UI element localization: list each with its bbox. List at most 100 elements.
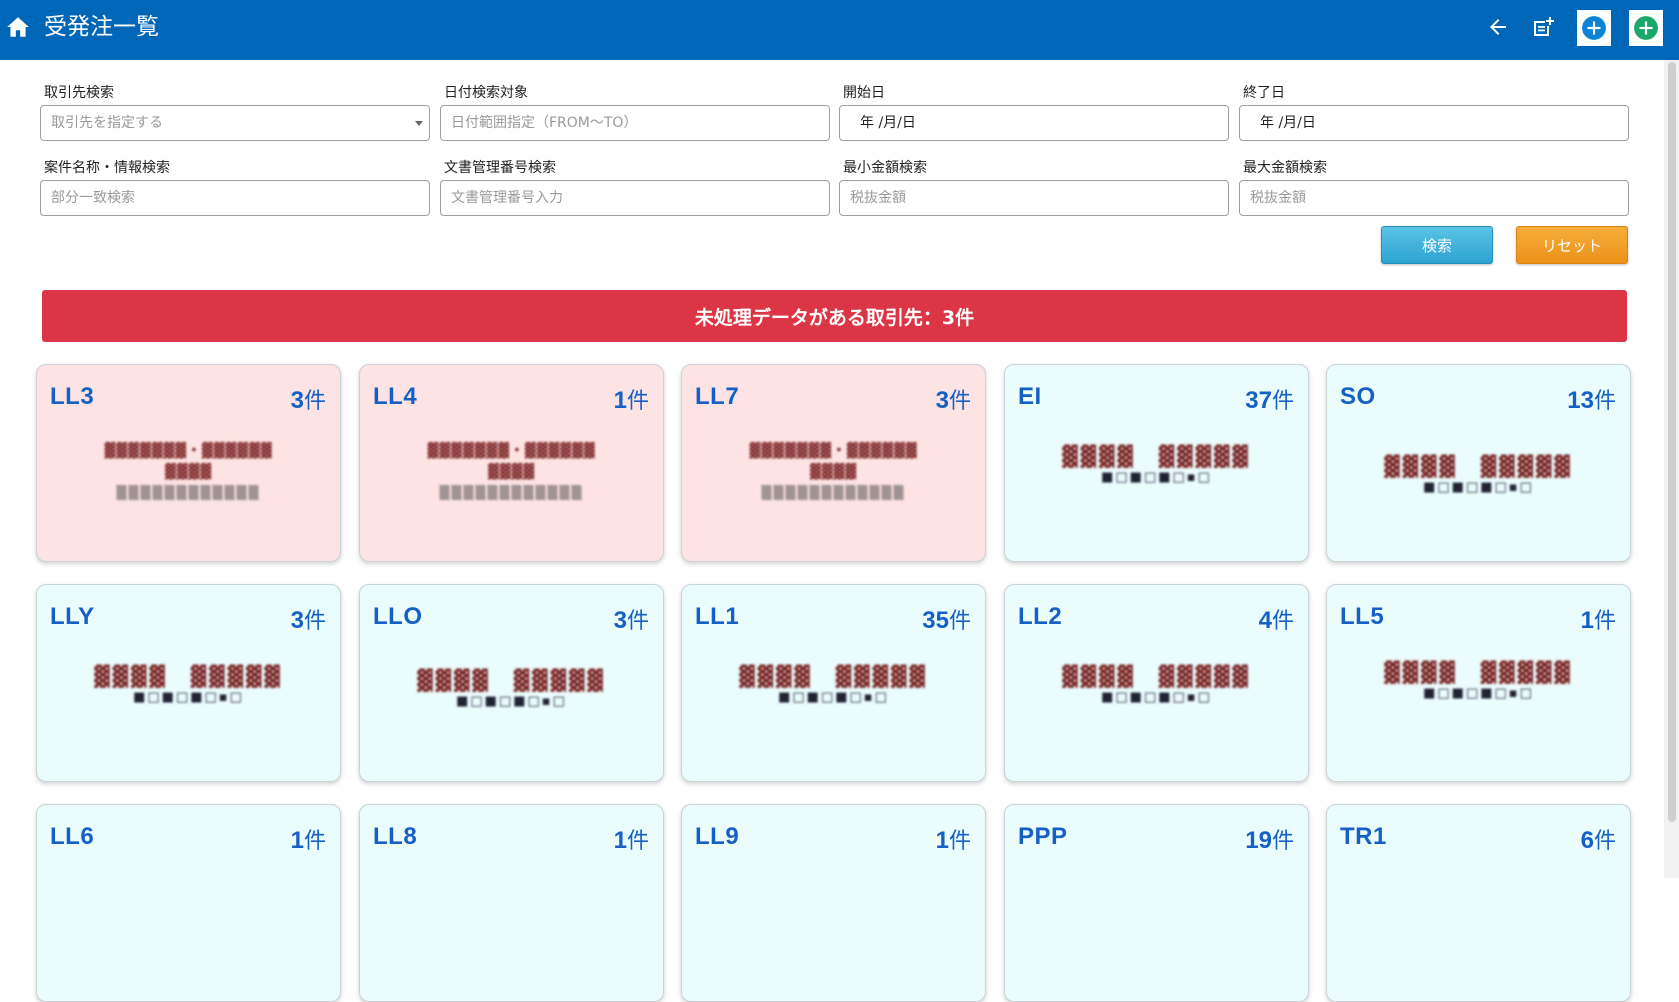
partner-code: SO	[1340, 383, 1376, 410]
order-count: 3件	[291, 603, 326, 635]
order-count: 13件	[1567, 383, 1616, 415]
partner-code: LL4	[373, 383, 418, 410]
blurred-partner-name: ▓▓▓▓ ▓▓▓▓▓ ■□■□■□▪□	[1062, 444, 1251, 485]
order-count-number: 1	[613, 827, 627, 854]
partner-select[interactable]: 取引先を指定する	[40, 105, 430, 141]
blurred-partner-name: ▓▓▓▓ ▓▓▓▓▓ ■□■□■□▪□	[417, 668, 606, 709]
order-count-number: 3	[613, 607, 627, 634]
doc-number-input[interactable]: 文書管理番号入力	[440, 180, 830, 216]
partner-code: PPP	[1018, 823, 1068, 850]
order-count: 19件	[1245, 823, 1294, 855]
project-input[interactable]: 部分一致検索	[40, 180, 430, 216]
document-add-button[interactable]	[1525, 9, 1561, 45]
order-count: 1件	[1581, 603, 1616, 635]
order-count-number: 1	[1580, 607, 1594, 634]
project-label: 案件名称・情報検索	[44, 160, 170, 176]
partner-code: LL5	[1340, 603, 1385, 630]
chevron-down-icon	[415, 121, 423, 126]
add-order-button[interactable]	[1577, 10, 1611, 46]
partner-code: TR1	[1340, 823, 1387, 850]
start-date-label: 開始日	[843, 85, 885, 101]
order-count-number: 37	[1245, 387, 1272, 414]
reset-button[interactable]: リセット	[1516, 226, 1628, 264]
blurred-partner-name: ▓▓▓▓▓▓▓・▓▓▓▓▓▓ ▓▓▓▓ ▒▒▒▒▒▒▒▒▒▒▒▒	[427, 443, 596, 501]
partner-code: LLO	[373, 603, 423, 630]
scrollbar-thumb[interactable]	[1668, 62, 1676, 822]
partner-code: LL8	[373, 823, 418, 850]
order-count-unit: 件	[1593, 828, 1616, 853]
partner-card[interactable]: LL4 1件 ▓▓▓▓▓▓▓・▓▓▓▓▓▓ ▓▓▓▓ ▒▒▒▒▒▒▒▒▒▒▒▒	[359, 364, 664, 562]
order-count-number: 4	[1258, 607, 1272, 634]
partner-card[interactable]: TR1 6件	[1326, 804, 1631, 1002]
partner-card[interactable]: LL2 4件 ▓▓▓▓ ▓▓▓▓▓ ■□■□■□▪□	[1004, 584, 1309, 782]
order-count-unit: 件	[948, 388, 971, 413]
order-count-unit: 件	[948, 608, 971, 633]
order-count: 1件	[614, 823, 649, 855]
partner-card[interactable]: LLY 3件 ▓▓▓▓ ▓▓▓▓▓ ■□■□■□▪□	[36, 584, 341, 782]
search-button[interactable]: 検索	[1381, 226, 1493, 264]
order-count-number: 1	[613, 387, 627, 414]
order-count: 6件	[1581, 823, 1616, 855]
order-count-number: 13	[1567, 387, 1594, 414]
add-item-button[interactable]	[1629, 10, 1663, 46]
blurred-partner-name: ▓▓▓▓▓▓▓・▓▓▓▓▓▓ ▓▓▓▓ ▒▒▒▒▒▒▒▒▒▒▒▒	[749, 443, 918, 501]
order-count: 37件	[1245, 383, 1294, 415]
blurred-partner-name: ▓▓▓▓ ▓▓▓▓▓ ■□■□■□▪□	[1062, 664, 1251, 705]
min-amount-input[interactable]: 税抜金額	[839, 180, 1229, 216]
partner-code: LLY	[50, 603, 95, 630]
partner-code: LL7	[695, 383, 740, 410]
partner-card[interactable]: LL5 1件 ▓▓▓▓ ▓▓▓▓▓ ■□■□■□▪□	[1326, 584, 1631, 782]
partner-label: 取引先検索	[44, 85, 114, 101]
order-count-unit: 件	[626, 828, 649, 853]
back-button[interactable]	[1480, 9, 1516, 45]
order-count-unit: 件	[303, 608, 326, 633]
blurred-partner-name: ▓▓▓▓ ▓▓▓▓▓ ■□■□■□▪□	[94, 664, 283, 705]
top-bar: 受発注一覧	[0, 0, 1679, 60]
min-amount-placeholder: 税抜金額	[850, 190, 906, 206]
partner-code: LL6	[50, 823, 95, 850]
order-count: 1件	[936, 823, 971, 855]
start-date-value: 年 /月/日	[860, 115, 916, 131]
order-count: 3件	[936, 383, 971, 415]
date-target-placeholder: 日付範囲指定（FROM～TO）	[451, 115, 638, 131]
max-amount-label: 最大金額検索	[1243, 160, 1327, 176]
partner-card[interactable]: LLO 3件 ▓▓▓▓ ▓▓▓▓▓ ■□■□■□▪□	[359, 584, 664, 782]
start-date-input[interactable]: 年 /月/日	[839, 105, 1229, 141]
order-count: 1件	[614, 383, 649, 415]
order-count-unit: 件	[1593, 608, 1616, 633]
partner-card[interactable]: LL9 1件	[681, 804, 986, 1002]
order-count-number: 19	[1245, 827, 1272, 854]
order-count-unit: 件	[303, 388, 326, 413]
order-count: 3件	[614, 603, 649, 635]
max-amount-input[interactable]: 税抜金額	[1239, 180, 1629, 216]
home-icon[interactable]	[5, 14, 31, 40]
partner-code: LL3	[50, 383, 95, 410]
partner-card[interactable]: LL6 1件	[36, 804, 341, 1002]
date-target-select[interactable]: 日付範囲指定（FROM～TO）	[440, 105, 830, 141]
partner-card[interactable]: LL3 3件 ▓▓▓▓▓▓▓・▓▓▓▓▓▓ ▓▓▓▓ ▒▒▒▒▒▒▒▒▒▒▒▒	[36, 364, 341, 562]
partner-card[interactable]: LL7 3件 ▓▓▓▓▓▓▓・▓▓▓▓▓▓ ▓▓▓▓ ▒▒▒▒▒▒▒▒▒▒▒▒	[681, 364, 986, 562]
end-date-input[interactable]: 年 /月/日	[1239, 105, 1629, 141]
partner-code: LL2	[1018, 603, 1063, 630]
partner-code: LL9	[695, 823, 740, 850]
plus-circle-icon	[1582, 16, 1606, 40]
order-count: 1件	[291, 823, 326, 855]
partner-card[interactable]: EI 37件 ▓▓▓▓ ▓▓▓▓▓ ■□■□■□▪□	[1004, 364, 1309, 562]
order-count-unit: 件	[626, 608, 649, 633]
partner-card[interactable]: LL1 35件 ▓▓▓▓ ▓▓▓▓▓ ■□■□■□▪□	[681, 584, 986, 782]
partner-card[interactable]: LL8 1件	[359, 804, 664, 1002]
document-add-icon	[1534, 17, 1554, 36]
blurred-partner-name: ▓▓▓▓▓▓▓・▓▓▓▓▓▓ ▓▓▓▓ ▒▒▒▒▒▒▒▒▒▒▒▒	[104, 443, 273, 501]
order-count-unit: 件	[1271, 608, 1294, 633]
partner-placeholder: 取引先を指定する	[51, 115, 163, 131]
pending-alert-banner: 未処理データがある取引先：3件	[42, 290, 1627, 342]
date-target-label: 日付検索対象	[444, 85, 528, 101]
order-count: 3件	[291, 383, 326, 415]
blurred-partner-name: ▓▓▓▓ ▓▓▓▓▓ ■□■□■□▪□	[1384, 660, 1573, 701]
blurred-partner-name: ▓▓▓▓ ▓▓▓▓▓ ■□■□■□▪□	[739, 664, 928, 705]
plus-circle-icon	[1634, 16, 1658, 40]
partner-card[interactable]: SO 13件 ▓▓▓▓ ▓▓▓▓▓ ■□■□■□▪□	[1326, 364, 1631, 562]
partner-card[interactable]: PPP 19件	[1004, 804, 1309, 1002]
order-count-number: 1	[290, 827, 304, 854]
max-amount-placeholder: 税抜金額	[1250, 190, 1306, 206]
